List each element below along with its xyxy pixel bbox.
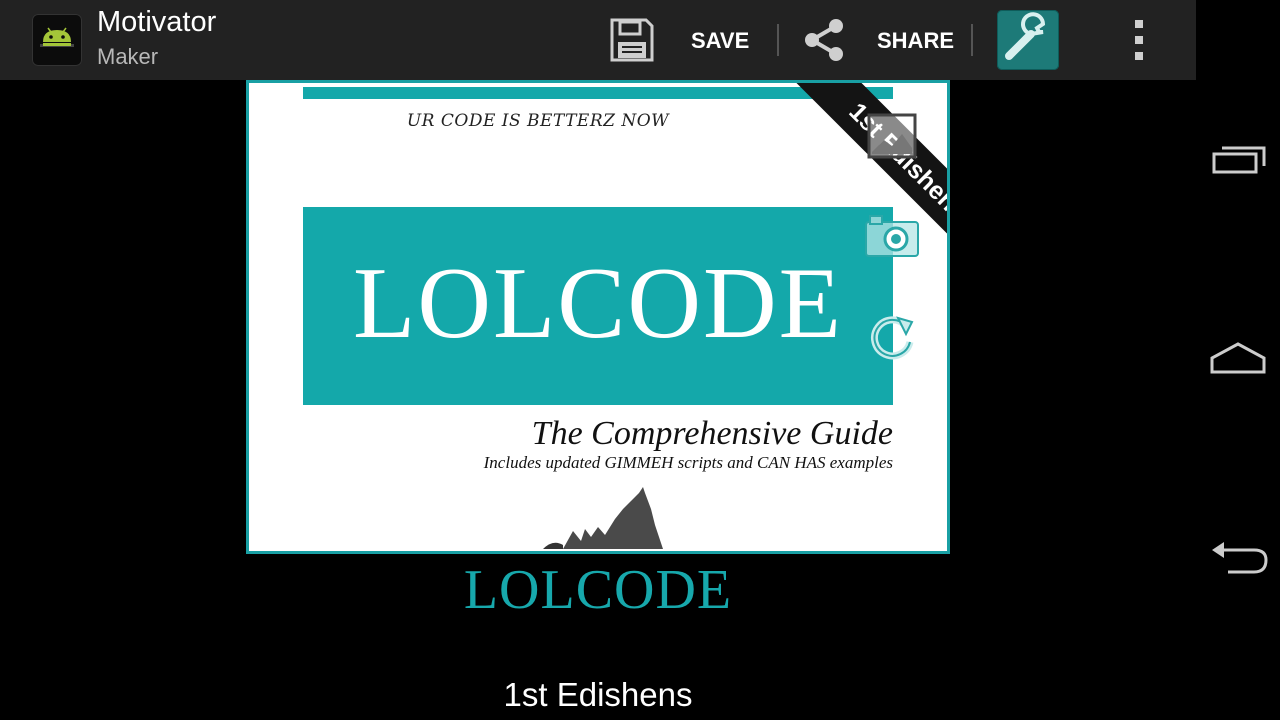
wrench-icon: [1005, 12, 1046, 60]
action-divider: [971, 24, 973, 56]
overflow-menu-icon[interactable]: [1128, 18, 1150, 62]
share-icon[interactable]: [800, 16, 848, 64]
share-button[interactable]: SHARE: [877, 28, 954, 54]
caption-title[interactable]: LOLCODE: [246, 558, 950, 622]
poster-title-block: LOLCODE: [303, 207, 893, 405]
rotate-icon[interactable]: [866, 312, 920, 364]
caption-subtitle[interactable]: 1st Edishens: [246, 676, 950, 714]
floppy-disk-icon[interactable]: [608, 16, 656, 64]
poster-guide-title: The Comprehensive Guide: [531, 415, 893, 452]
app-subtitle: Maker: [97, 44, 159, 69]
android-app-icon[interactable]: [32, 14, 82, 66]
action-bar: Motivator Maker SAVE SHARE: [0, 0, 1196, 80]
save-button[interactable]: SAVE: [691, 28, 749, 54]
poster-content: UR CODE IS BETTERZ NOW LOLCODE The Compr…: [253, 83, 947, 549]
poster-block-title: LOLCODE: [353, 247, 843, 360]
settings-button[interactable]: [997, 10, 1059, 70]
gallery-icon[interactable]: [866, 112, 918, 160]
poster-image[interactable]: UR CODE IS BETTERZ NOW LOLCODE The Compr…: [246, 80, 950, 554]
back-icon[interactable]: [1208, 538, 1268, 578]
navigation-bar: [1196, 0, 1280, 720]
action-divider: [777, 24, 779, 56]
recent-apps-icon[interactable]: [1208, 140, 1268, 180]
camera-icon[interactable]: [864, 212, 920, 260]
poster-guide-subtitle: Includes updated GIMMEH scripts and CAN …: [483, 453, 893, 472]
app-title: Motivator: [97, 6, 217, 38]
home-icon[interactable]: [1208, 338, 1268, 378]
animal-illustration: [543, 487, 663, 549]
